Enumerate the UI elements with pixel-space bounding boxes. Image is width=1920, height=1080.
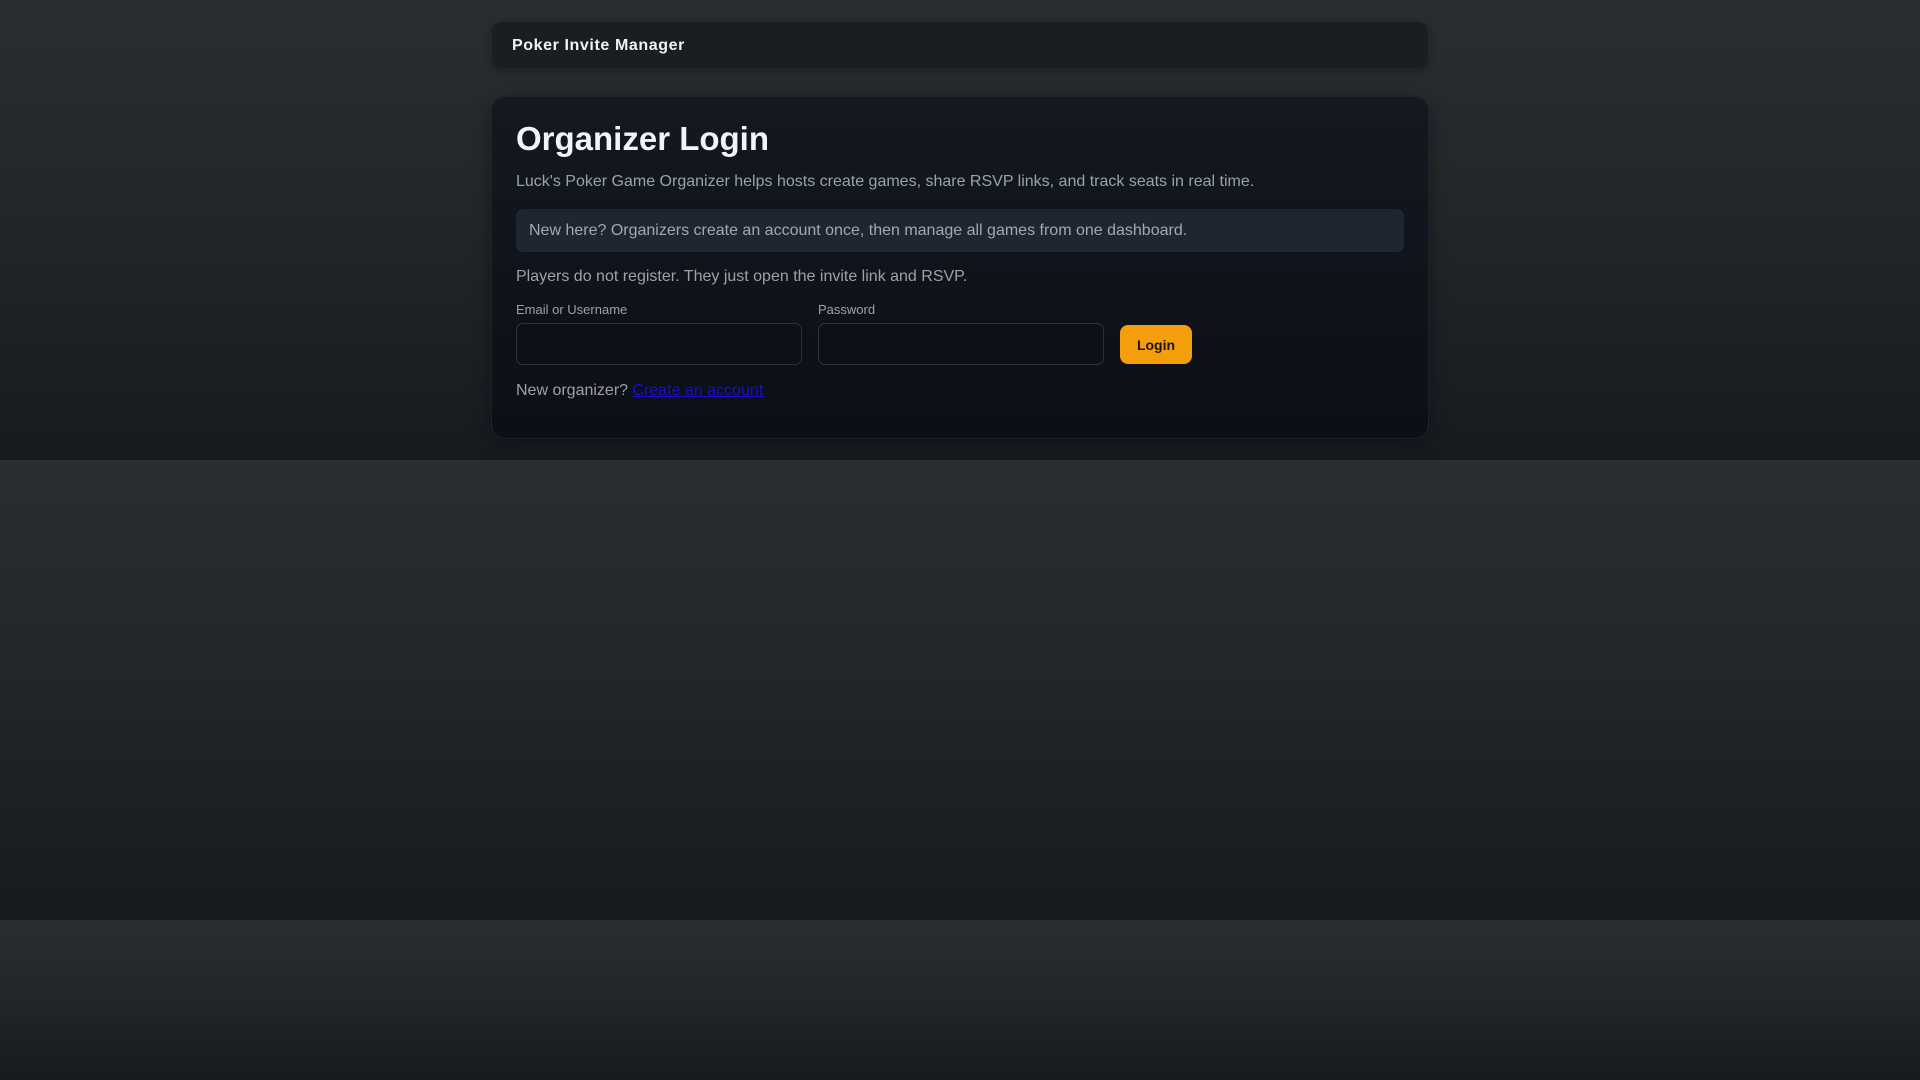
app-description: Luck's Poker Game Organizer helps hosts … — [516, 173, 1255, 190]
password-input[interactable] — [818, 323, 1104, 365]
background-band — [0, 920, 1920, 1080]
register-prompt: New organizer? — [516, 382, 629, 399]
username-field-group: Email or Username — [516, 302, 802, 365]
info-notice-text: New here? Organizers create an account o… — [529, 221, 1188, 239]
page-title: Organizer Login — [516, 120, 770, 157]
register-line: New organizer? Create an account — [516, 380, 1404, 402]
brand-title[interactable]: Poker Invite Manager — [512, 37, 685, 55]
login-card: Organizer Login Luck's Poker Game Organi… — [491, 96, 1429, 439]
background-band — [0, 460, 1920, 920]
username-label: Email or Username — [516, 302, 628, 317]
login-button[interactable]: Login — [1120, 325, 1192, 364]
create-account-link[interactable]: Create an account — [633, 382, 764, 399]
username-input[interactable] — [516, 323, 802, 365]
top-bar: Poker Invite Manager — [491, 21, 1429, 70]
info-notice: New here? Organizers create an account o… — [516, 209, 1404, 252]
login-form: Email or Username Password Login — [516, 302, 1404, 365]
password-label: Password — [818, 302, 876, 317]
players-note: Players do not register. They just open … — [516, 268, 968, 285]
password-field-group: Password — [818, 302, 1104, 365]
page-container: Poker Invite Manager Organizer Login Luc… — [491, 21, 1429, 439]
